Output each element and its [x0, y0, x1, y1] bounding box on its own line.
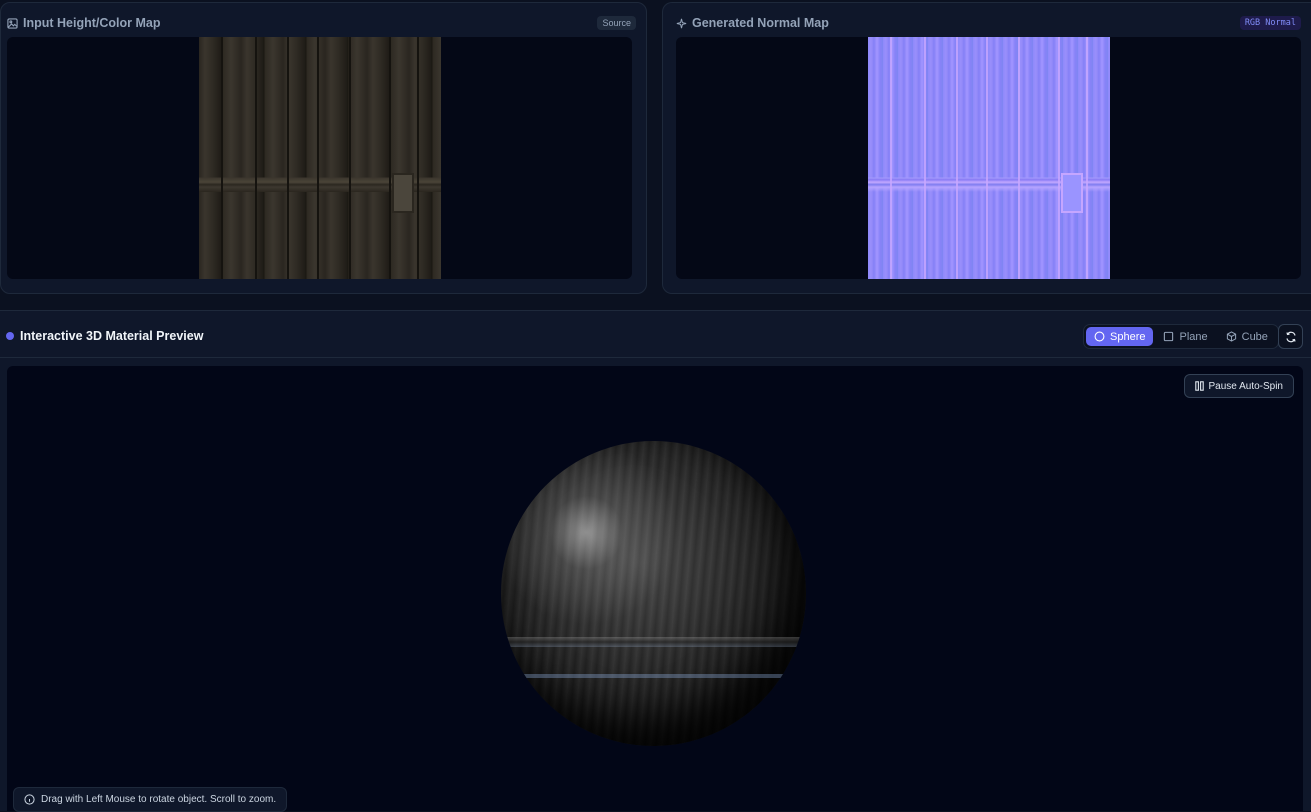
normal-map-frame: [676, 37, 1301, 279]
shape-selector: Sphere Plane Cube: [1083, 324, 1279, 349]
normal-map-panel: Generated Normal Map RGB Normal: [662, 2, 1311, 294]
input-texture-image: [198, 37, 441, 279]
source-badge: Source: [597, 16, 636, 30]
bracket-detail: [1060, 173, 1083, 213]
normal-map-header: Generated Normal Map RGB Normal: [676, 15, 1301, 31]
shape-button-label: Sphere: [1110, 330, 1146, 343]
bracket-detail: [391, 173, 414, 213]
preview-title-text: Interactive 3D Material Preview: [20, 329, 204, 343]
pause-icon: [1194, 381, 1204, 391]
reset-view-button[interactable]: [1278, 324, 1303, 349]
normal-map-title-text: Generated Normal Map: [692, 16, 829, 30]
square-icon: [1164, 331, 1174, 342]
controls-hint-text: Drag with Left Mouse to rotate object. S…: [41, 794, 277, 805]
input-map-title: Input Height/Color Map: [7, 16, 160, 30]
pause-auto-spin-button[interactable]: Pause Auto-Spin: [1183, 374, 1294, 398]
shape-button-sphere[interactable]: Sphere: [1086, 327, 1154, 346]
input-map-panel: Input Height/Color Map Source: [0, 2, 647, 294]
info-icon: [24, 794, 35, 805]
shape-button-cube[interactable]: Cube: [1218, 327, 1276, 346]
controls-hint: Drag with Left Mouse to rotate object. S…: [13, 787, 288, 812]
circle-icon: [1094, 331, 1105, 342]
shape-button-label: Cube: [1241, 330, 1268, 343]
normal-map-title: Generated Normal Map: [676, 16, 829, 30]
input-map-title-text: Input Height/Color Map: [23, 16, 161, 30]
preview-title: Interactive 3D Material Preview: [6, 329, 203, 343]
image-icon: [7, 17, 18, 29]
input-map-frame: [7, 37, 632, 279]
sparkle-icon: [676, 18, 687, 28]
normal-texture-image: [867, 37, 1110, 279]
shape-button-plane[interactable]: Plane: [1155, 327, 1215, 346]
status-dot: [6, 332, 14, 340]
pause-auto-spin-label: Pause Auto-Spin: [1208, 380, 1284, 392]
shape-button-label: Plane: [1179, 330, 1208, 343]
material-sphere[interactable]: [501, 441, 806, 746]
3d-viewport[interactable]: Pause Auto-Spin: [7, 366, 1303, 811]
rgb-normal-badge: RGB Normal: [1239, 16, 1301, 30]
input-map-header: Input Height/Color Map Source: [7, 15, 636, 31]
material-preview-section: Interactive 3D Material Preview Sphere P…: [0, 310, 1311, 812]
preview-header: Interactive 3D Material Preview Sphere P…: [0, 311, 1311, 358]
cube-icon: [1226, 331, 1236, 342]
refresh-icon: [1285, 331, 1296, 342]
